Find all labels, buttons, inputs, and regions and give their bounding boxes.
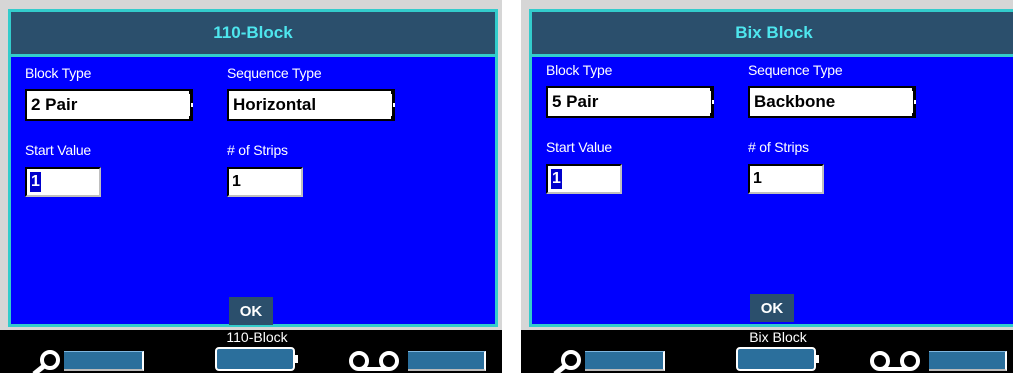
voicemail-icon bbox=[870, 351, 920, 371]
strips-text: 1 bbox=[753, 170, 762, 187]
strips-text: 1 bbox=[232, 173, 241, 190]
start-value-input[interactable]: 1 bbox=[25, 167, 101, 197]
right-softkey-button[interactable] bbox=[929, 351, 1007, 371]
strips-label: # of Strips bbox=[748, 139, 809, 155]
left-softkey-button[interactable] bbox=[64, 351, 144, 371]
dialog-title: 110-Block bbox=[11, 12, 495, 57]
search-icon bbox=[553, 350, 581, 373]
left-softkey-button[interactable] bbox=[585, 351, 665, 371]
status-text: 110-Block bbox=[226, 329, 288, 345]
dialog-window: Bix Block Block Type 5 Pair Sequence Typ… bbox=[529, 9, 1013, 327]
status-bar: Bix Block bbox=[521, 329, 1013, 373]
start-value-text: 1 bbox=[551, 169, 562, 189]
dropdown-handle-icon bbox=[189, 94, 193, 116]
battery-icon[interactable] bbox=[215, 347, 298, 371]
ok-button[interactable]: OK bbox=[229, 297, 273, 325]
device-screen-bix-block: Bix Block Block Type 5 Pair Sequence Typ… bbox=[521, 0, 1013, 373]
start-value-label: Start Value bbox=[546, 139, 613, 155]
status-text: Bix Block bbox=[749, 329, 807, 345]
dialog-window: 110-Block Block Type 2 Pair Sequence Typ… bbox=[8, 9, 498, 327]
start-value-label: Start Value bbox=[25, 142, 92, 158]
block-type-value: 5 Pair bbox=[552, 92, 599, 111]
voicemail-icon bbox=[349, 351, 399, 371]
strips-input[interactable]: 1 bbox=[227, 167, 303, 197]
sequence-type-value: Horizontal bbox=[233, 95, 317, 114]
search-icon bbox=[32, 350, 60, 373]
block-type-select[interactable]: 2 Pair bbox=[25, 89, 193, 121]
start-value-input[interactable]: 1 bbox=[546, 164, 622, 194]
strips-label: # of Strips bbox=[227, 142, 288, 158]
dropdown-handle-icon bbox=[710, 91, 714, 113]
strips-input[interactable]: 1 bbox=[748, 164, 824, 194]
start-value-text: 1 bbox=[30, 172, 41, 192]
battery-icon[interactable] bbox=[736, 347, 819, 371]
sequence-type-label: Sequence Type bbox=[748, 62, 843, 78]
sequence-type-label: Sequence Type bbox=[227, 65, 322, 81]
sequence-type-select[interactable]: Horizontal bbox=[227, 89, 395, 121]
block-type-label: Block Type bbox=[546, 62, 613, 78]
device-screen-110-block: 110-Block Block Type 2 Pair Sequence Typ… bbox=[0, 0, 502, 373]
ok-button[interactable]: OK bbox=[750, 294, 794, 322]
sequence-type-value: Backbone bbox=[754, 92, 836, 111]
block-type-label: Block Type bbox=[25, 65, 92, 81]
dropdown-handle-icon bbox=[912, 91, 916, 113]
dialog-title: Bix Block bbox=[532, 12, 1013, 57]
block-type-select[interactable]: 5 Pair bbox=[546, 86, 714, 118]
dropdown-handle-icon bbox=[391, 94, 395, 116]
sequence-type-select[interactable]: Backbone bbox=[748, 86, 916, 118]
status-bar: 110-Block bbox=[0, 329, 502, 373]
block-type-value: 2 Pair bbox=[31, 95, 78, 114]
right-softkey-button[interactable] bbox=[408, 351, 486, 371]
